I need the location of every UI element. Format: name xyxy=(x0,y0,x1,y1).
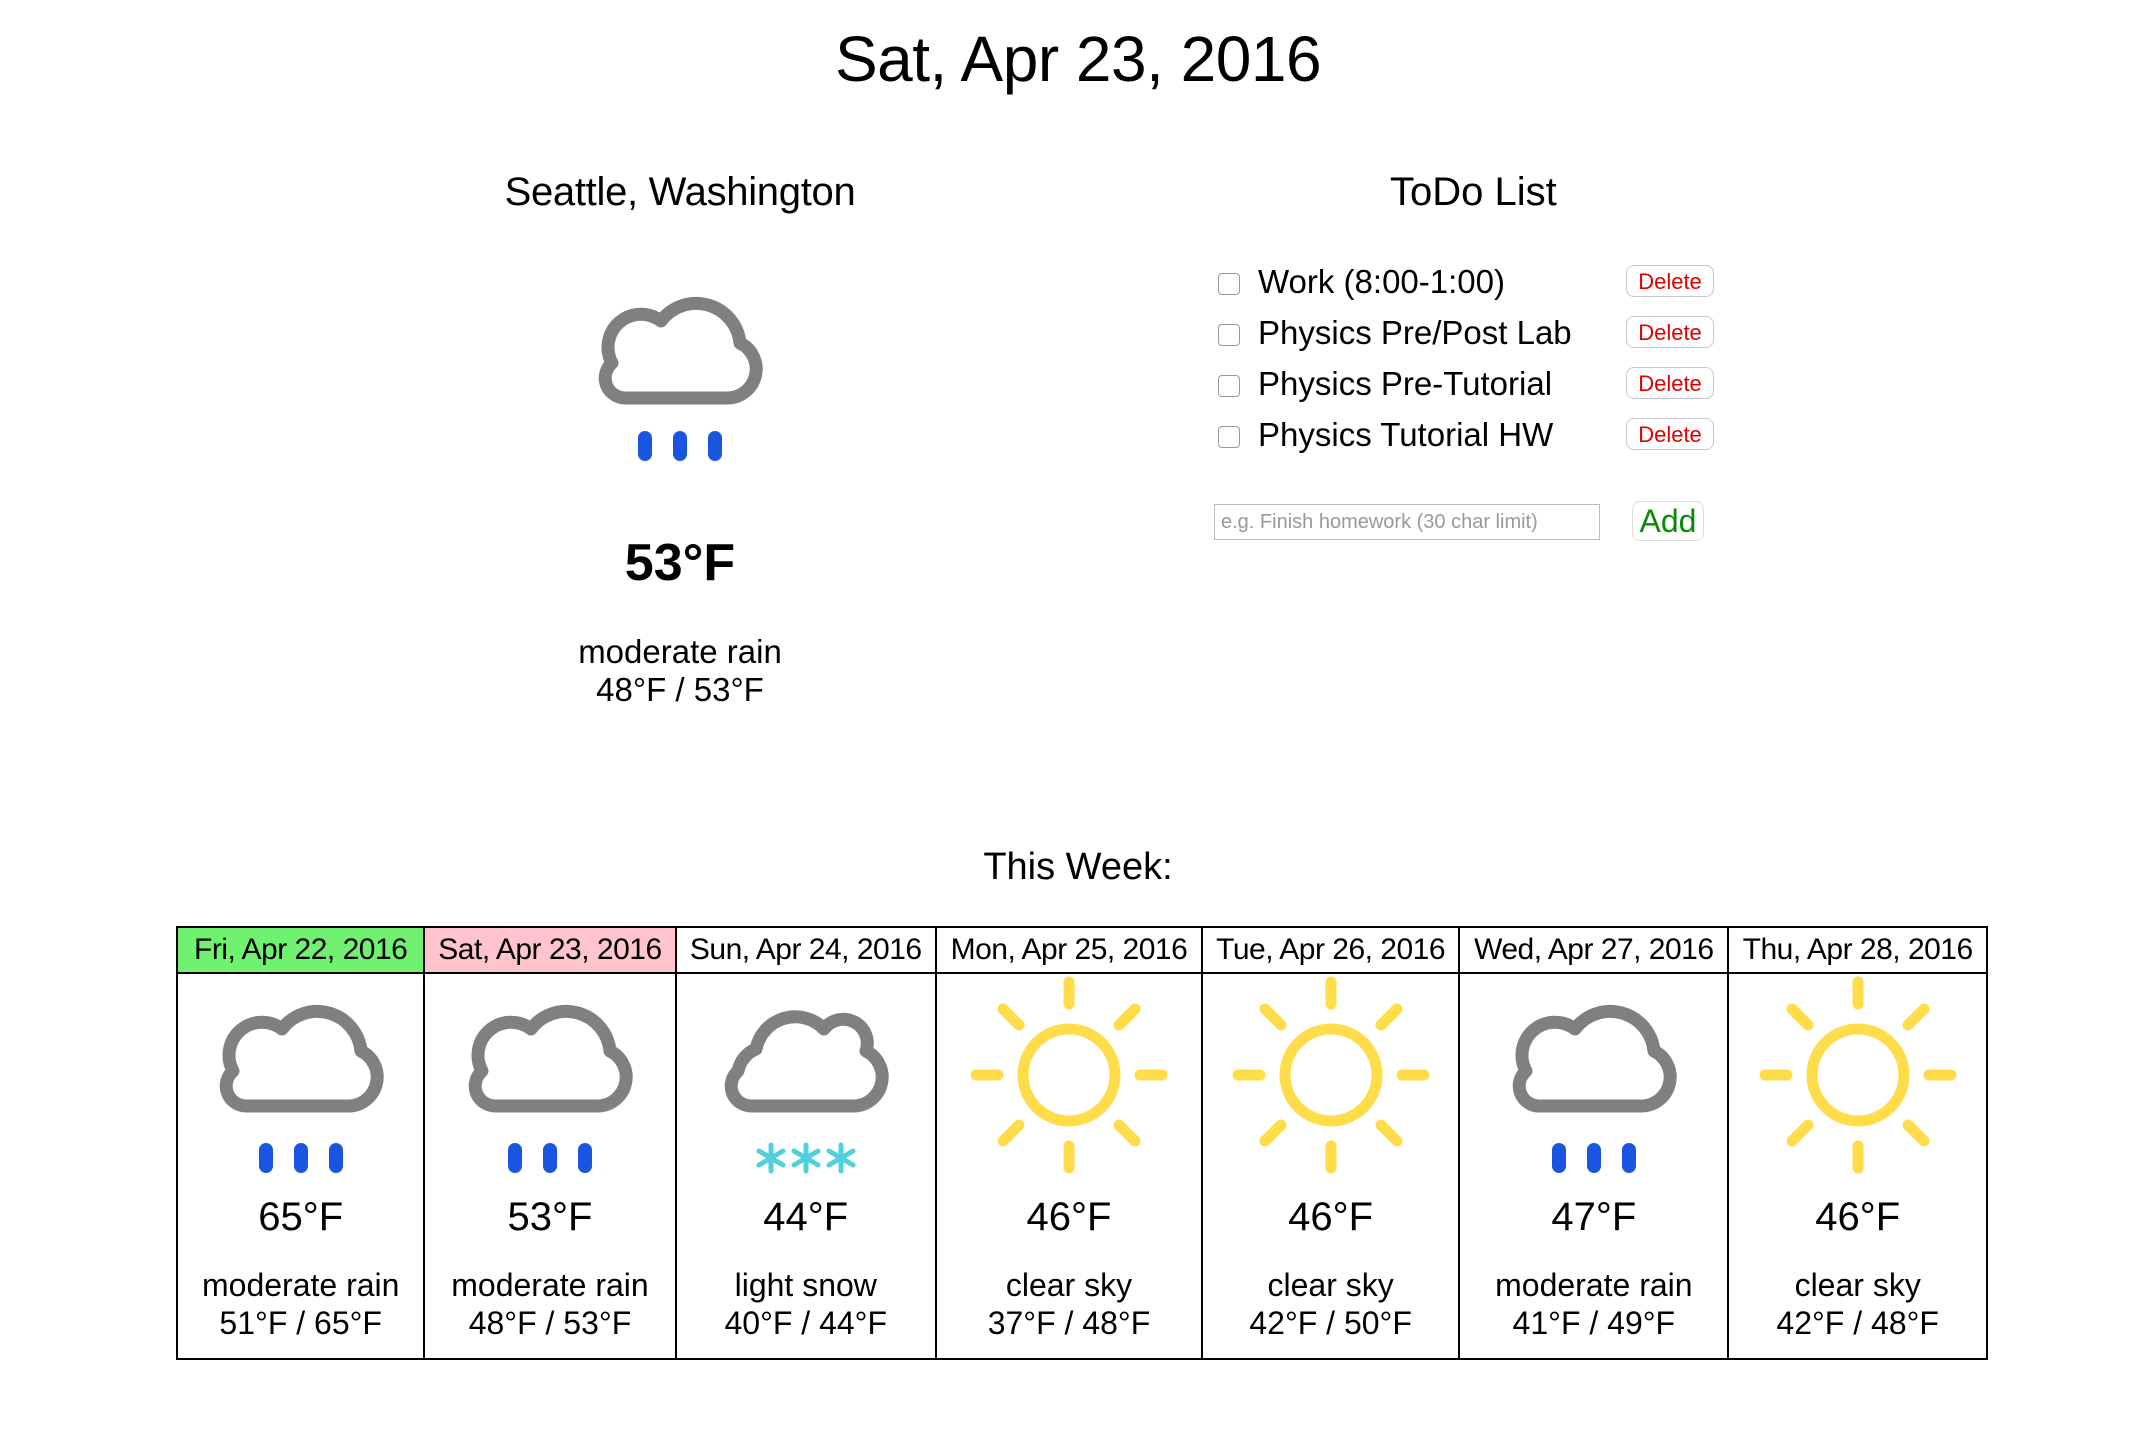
delete-button[interactable]: Delete xyxy=(1626,265,1714,297)
todo-item-label: Physics Tutorial HW xyxy=(1258,416,1554,453)
sun-icon xyxy=(1232,976,1430,1174)
day-cell: 46°F clear sky 42°F / 50°F xyxy=(1200,972,1461,1360)
day-header: Tue, Apr 26, 2016 xyxy=(1200,926,1461,974)
day-description: clear sky xyxy=(1005,1267,1133,1303)
todo-panel: ToDo List Work (8:00-1:00) Delete Physic… xyxy=(1200,170,1760,559)
todo-list: Work (8:00-1:00) Delete Physics Pre/Post… xyxy=(1200,255,1760,459)
snow-cloud-icon xyxy=(724,1010,889,1174)
day-cell: 53°F moderate rain 48°F / 53°F xyxy=(423,972,677,1360)
day-temperature: 47°F xyxy=(1551,1195,1637,1239)
day-header: Thu, Apr 28, 2016 xyxy=(1727,926,1988,974)
todo-checkbox[interactable] xyxy=(1218,426,1240,448)
day-description: moderate rain xyxy=(201,1267,400,1303)
day-temperature: 53°F xyxy=(507,1195,593,1239)
day-cell: 44°F light snow 40°F / 44°F xyxy=(674,972,937,1360)
delete-button[interactable]: Delete xyxy=(1626,316,1714,348)
week-forecast-table: Fri, Apr 22, 2016 Sat, Apr 23, 2016 Sun,… xyxy=(175,926,1988,1360)
day-cell: 46°F clear sky 42°F / 48°F xyxy=(1727,972,1988,1360)
todo-checkbox[interactable] xyxy=(1218,375,1240,397)
delete-button[interactable]: Delete xyxy=(1626,418,1714,450)
day-description: moderate rain xyxy=(1495,1267,1693,1303)
day-temperature: 46°F xyxy=(1815,1195,1901,1239)
day-description: light snow xyxy=(734,1267,877,1303)
delete-button[interactable]: Delete xyxy=(1626,367,1714,399)
current-temp-range: 48°F / 53°F xyxy=(596,671,764,708)
day-description: moderate rain xyxy=(451,1267,649,1303)
todo-item: Work (8:00-1:00) Delete xyxy=(1200,255,1760,306)
current-description: moderate rain xyxy=(578,633,782,670)
day-temperature: 44°F xyxy=(763,1195,849,1239)
day-temp-range: 41°F / 49°F xyxy=(1512,1305,1676,1341)
rain-cloud-icon xyxy=(468,1004,633,1173)
todo-item: Physics Tutorial HW Delete xyxy=(1200,408,1760,459)
day-temperature: 46°F xyxy=(1026,1195,1112,1239)
sun-icon xyxy=(970,976,1168,1174)
current-weather: Seattle, Washington 53°F moderate rain 4… xyxy=(420,170,940,709)
todo-checkbox[interactable] xyxy=(1218,324,1240,346)
day-description: clear sky xyxy=(1267,1267,1394,1303)
day-header: Sun, Apr 24, 2016 xyxy=(674,926,937,974)
day-header: Wed, Apr 27, 2016 xyxy=(1458,926,1730,974)
todo-item-label: Physics Pre-Tutorial xyxy=(1258,365,1553,402)
day-header: Mon, Apr 25, 2016 xyxy=(934,926,1203,974)
rain-cloud-icon xyxy=(219,1004,384,1173)
day-temp-range: 42°F / 50°F xyxy=(1249,1305,1412,1341)
day-temp-range: 37°F / 48°F xyxy=(987,1305,1151,1341)
current-temperature: 53°F xyxy=(624,534,736,592)
new-todo-input[interactable] xyxy=(1214,504,1600,540)
day-header: Fri, Apr 22, 2016 xyxy=(175,926,426,974)
add-todo-row: Add xyxy=(1200,499,1760,559)
todo-checkbox[interactable] xyxy=(1218,273,1240,295)
add-button[interactable]: Add xyxy=(1632,501,1704,541)
sun-icon xyxy=(1759,976,1957,1174)
table-row: 65°F moderate rain 51°F / 65°F 53°F mode… xyxy=(175,972,1988,1360)
rain-cloud-icon xyxy=(598,296,763,461)
day-temp-range: 48°F / 53°F xyxy=(468,1305,632,1341)
day-temp-range: 42°F / 48°F xyxy=(1776,1305,1939,1341)
day-temp-range: 40°F / 44°F xyxy=(724,1305,888,1341)
todo-item-label: Physics Pre/Post Lab xyxy=(1258,314,1572,351)
todo-title: ToDo List xyxy=(1390,170,1557,214)
day-header: Sat, Apr 23, 2016 xyxy=(423,926,677,974)
table-header-row: Fri, Apr 22, 2016 Sat, Apr 23, 2016 Sun,… xyxy=(175,926,1988,974)
day-cell: 47°F moderate rain 41°F / 49°F xyxy=(1458,972,1730,1360)
todo-item: Physics Pre-Tutorial Delete xyxy=(1200,357,1760,408)
day-temperature: 46°F xyxy=(1288,1195,1374,1239)
day-cell: 46°F clear sky 37°F / 48°F xyxy=(934,972,1203,1360)
city-name: Seattle, Washington xyxy=(504,170,856,214)
todo-item-label: Work (8:00-1:00) xyxy=(1258,263,1505,300)
week-title: This Week: xyxy=(983,846,1173,888)
day-temperature: 65°F xyxy=(258,1195,344,1239)
day-cell: 65°F moderate rain 51°F / 65°F xyxy=(175,972,426,1360)
todo-item: Physics Pre/Post Lab Delete xyxy=(1200,306,1760,357)
day-description: clear sky xyxy=(1794,1267,1921,1303)
page-title: Sat, Apr 23, 2016 xyxy=(834,23,1322,95)
day-temp-range: 51°F / 65°F xyxy=(219,1305,382,1341)
rain-cloud-icon xyxy=(1512,1004,1677,1173)
